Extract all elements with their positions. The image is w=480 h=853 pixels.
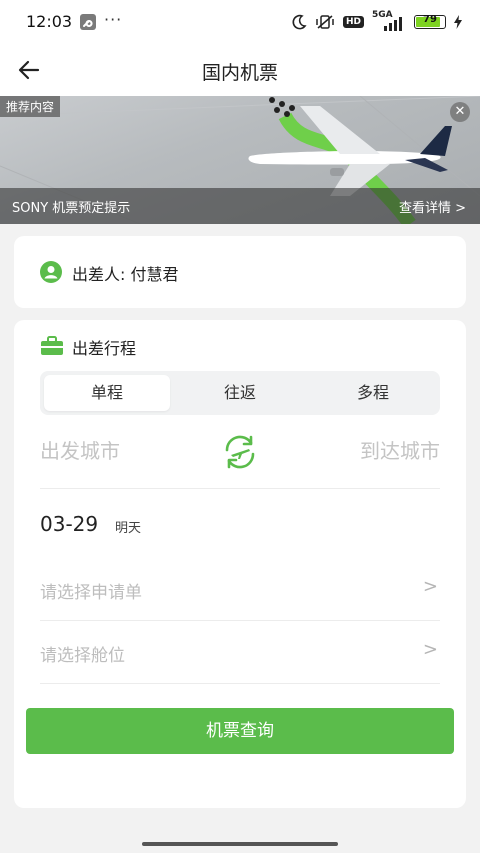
flight-search-button[interactable]: 机票查询 [26, 708, 454, 754]
divider [40, 683, 440, 684]
wrench-icon [80, 14, 96, 30]
signal-bars-icon [384, 17, 402, 31]
page-title: 国内机票 [201, 62, 278, 84]
cabin-placeholder: 请选择舱位 [40, 646, 125, 666]
status-time: 12:03 [26, 12, 73, 31]
date-day-label: 明天 [115, 521, 142, 536]
application-form-selector[interactable]: 请选择申请单 > [40, 570, 440, 610]
tab-one-way[interactable]: 单程 [44, 375, 170, 411]
moon-icon [292, 14, 307, 30]
network-signal: 5GA [372, 10, 406, 32]
status-icons: HD 5GA 79 [291, 10, 462, 33]
departure-date[interactable]: 03-29 [40, 512, 98, 536]
battery-level: 79 [423, 14, 437, 25]
tab-round-trip[interactable]: 往返 [177, 375, 303, 411]
app-bar: 国内机票 [0, 44, 480, 96]
divider [40, 620, 440, 621]
trip-type-tabs: 单程 往返 多程 [40, 371, 440, 415]
chevron-right-icon: > [422, 576, 438, 597]
traveler-label: 出差人: 付慧君 [72, 265, 179, 284]
banner-details-link[interactable]: 查看详情 > [399, 197, 466, 216]
itinerary-card: 出差行程 单程 往返 多程 出发城市 到达城市 03-29 明天 请选择申请单 … [14, 320, 466, 808]
application-placeholder: 请选择申请单 [40, 583, 142, 603]
tab-multi-city[interactable]: 多程 [310, 375, 436, 411]
chevron-right-icon: > [422, 639, 438, 660]
banner-caption: SONY 机票预定提示 [12, 201, 131, 216]
arrival-city-field[interactable]: 到达城市 [360, 435, 440, 464]
briefcase-icon [41, 336, 63, 355]
home-indicator[interactable] [142, 842, 338, 846]
traveler-card[interactable]: 出差人: 付慧君 [14, 236, 466, 308]
vibrate-off-icon [316, 15, 334, 29]
charging-icon [454, 15, 462, 29]
user-icon [40, 261, 62, 283]
more-notifications-icon: ··· [104, 10, 123, 29]
banner-close-icon[interactable]: ✕ [450, 102, 470, 122]
battery-icon: 79 [414, 14, 446, 29]
hd-badge: HD [342, 16, 364, 28]
banner-tag: 推荐内容 [0, 96, 61, 117]
itinerary-heading: 出差行程 [72, 339, 137, 358]
departure-city-field[interactable]: 出发城市 [40, 435, 120, 464]
status-bar: 12:03 ··· HD 5GA 79 [0, 0, 480, 44]
banner-caption-bar: SONY 机票预定提示 查看详情 > [0, 188, 480, 224]
divider [40, 488, 440, 489]
promo-banner[interactable]: 推荐内容 ✕ SONY 机票预定提示 查看详情 > [0, 96, 480, 224]
swap-cities-icon[interactable] [220, 432, 260, 472]
cabin-class-selector[interactable]: 请选择舱位 > [40, 633, 440, 673]
